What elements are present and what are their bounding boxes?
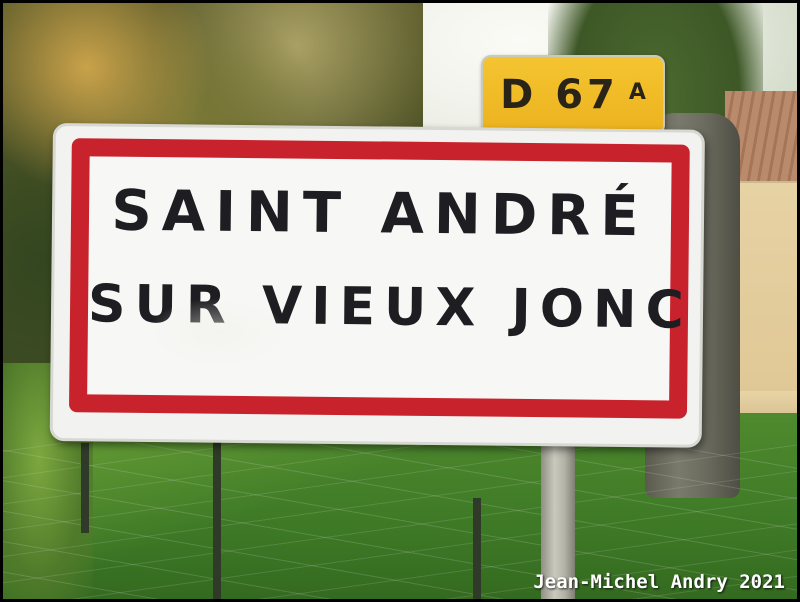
photo-credit: Jean-Michel Andry 2021 (533, 571, 785, 593)
fence-post (81, 443, 89, 533)
town-sign-border: SAINT ANDRÉ SUR VIEUX JONC (68, 138, 693, 419)
photo: D 67 A SAINT ANDRÉ SUR VIEUX JONC Jean-M… (3, 3, 797, 599)
road-number: D 67 (500, 72, 619, 118)
road-number-sign: D 67 A (481, 55, 665, 135)
road-number-suffix: A (628, 79, 646, 105)
fence-post (473, 498, 481, 599)
fence-post (213, 428, 221, 599)
town-name-line-1: SAINT ANDRÉ (111, 178, 649, 250)
weathered-paint (147, 297, 289, 369)
town-entry-sign: SAINT ANDRÉ SUR VIEUX JONC (49, 123, 705, 448)
